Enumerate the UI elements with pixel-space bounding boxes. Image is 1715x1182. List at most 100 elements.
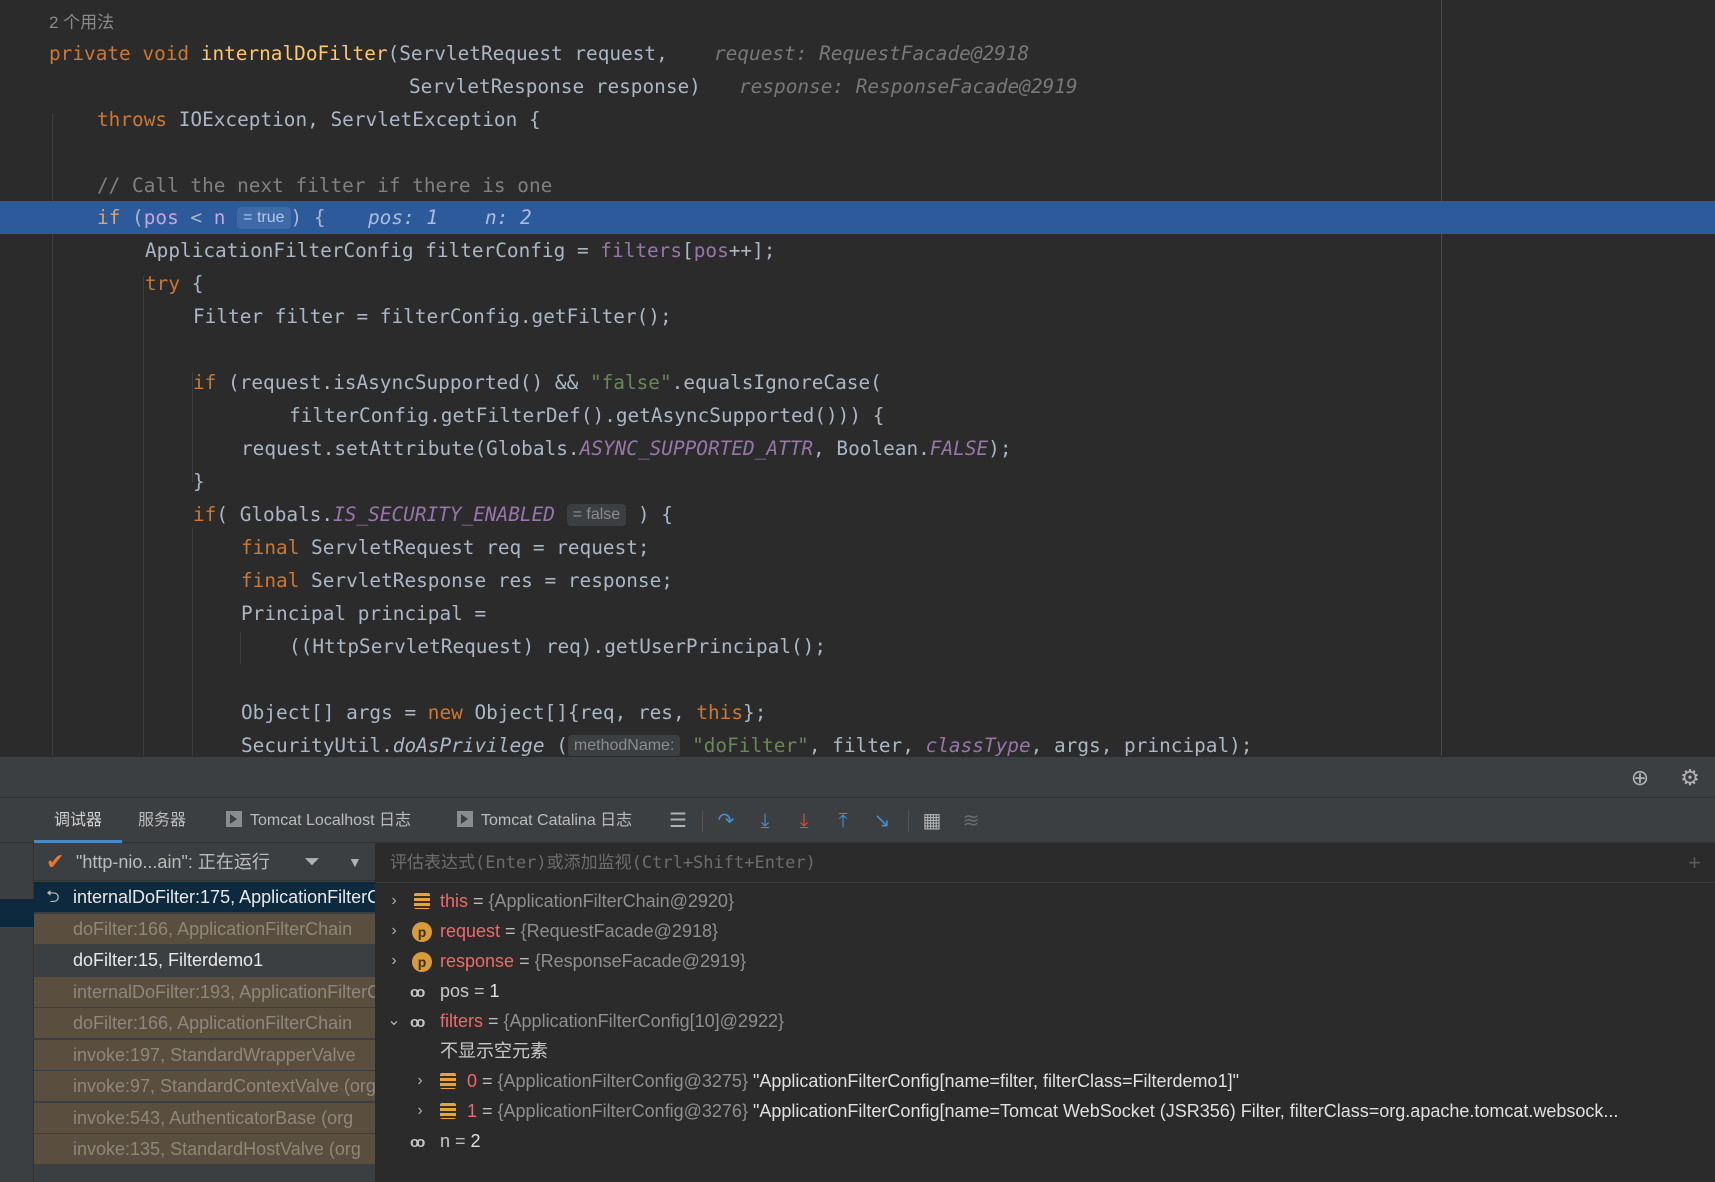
stack-frame[interactable]: invoke:97, StandardContextValve (org <box>34 1071 376 1101</box>
code-line[interactable]: filterConfig.getFilterDef().getAsyncSupp… <box>0 399 1715 432</box>
stack-frame[interactable]: invoke:543, AuthenticatorBase (org <box>34 1102 375 1133</box>
variable-name: n <box>440 1131 451 1151</box>
tab-localhost-log[interactable]: Tomcat Localhost 日志 <box>226 798 411 843</box>
stack-frame-label: doFilter:15, Filterdemo1 <box>73 950 264 970</box>
field-reference: filters <box>600 239 683 262</box>
stack-frame[interactable]: doFilter:166, ApplicationFilterChain <box>34 913 375 944</box>
parameter-icon: p <box>412 922 432 942</box>
variable-row[interactable]: › 1 = {ApplicationFilterConfig@3276} "Ap… <box>376 1096 1715 1126</box>
thread-selector[interactable]: ✔ "http-nio...ain": 正在运行 ⏷ ▼ <box>34 843 375 881</box>
code-line[interactable]: request.setAttribute(Globals.ASYNC_SUPPO… <box>0 432 1715 465</box>
watch-icon: oo <box>410 1014 425 1031</box>
stack-frame[interactable]: invoke:197, StandardWrapperValve <box>34 1039 375 1070</box>
variable-name: 1 <box>467 1101 478 1121</box>
tab-catalina-log[interactable]: Tomcat Catalina 日志 <box>457 798 632 843</box>
toolbar-divider <box>702 810 703 832</box>
variable-value: {ResponseFacade@2919} <box>534 951 747 971</box>
toolbar-divider <box>908 810 909 832</box>
hidden-null-elements-note: 不显示空元素 <box>440 1041 548 1061</box>
stack-frame-label: invoke:97, StandardContextValve (org <box>73 1076 376 1096</box>
code-keyword: if <box>193 371 229 394</box>
thread-name: "http-nio...ain": 正在运行 <box>76 852 270 872</box>
inline-debug-value: n: 2 <box>485 206 532 229</box>
step-out-icon[interactable]: ⤒ <box>829 808 857 834</box>
force-step-into-icon[interactable]: ⤓ <box>790 808 818 834</box>
tab-services[interactable]: 服务器 <box>138 798 186 843</box>
chevron-down-icon[interactable]: ⌄ <box>386 1006 402 1036</box>
code-keyword: final <box>241 536 312 559</box>
step-over-icon[interactable]: ↷ <box>712 808 740 834</box>
chevron-right-icon[interactable]: › <box>412 1096 428 1126</box>
code-keyword: private void <box>49 42 201 65</box>
variable-note: 不显示空元素 <box>376 1036 1715 1066</box>
add-watch-icon[interactable]: + <box>1688 843 1701 883</box>
code-line[interactable]: Filter filter = filterConfig.getFilter()… <box>0 300 1715 333</box>
variable-row[interactable]: oo pos = 1 <box>376 976 1715 1006</box>
gear-icon[interactable]: ⚙ <box>1677 765 1703 791</box>
filter-icon[interactable]: ⏷ <box>304 843 320 881</box>
code-line[interactable]: final ServletResponse res = response; <box>0 564 1715 597</box>
code-line[interactable]: SecurityUtil.doAsPrivilege (methodName: … <box>0 729 1715 756</box>
code-text: Principal principal = <box>241 602 487 625</box>
code-text: } <box>193 470 205 493</box>
debug-title-bar: ⊕ ⚙ <box>0 756 1715 798</box>
code-line[interactable]: final ServletRequest req = request; <box>0 531 1715 564</box>
chevron-right-icon[interactable]: › <box>386 916 402 946</box>
trace-current-stream-icon[interactable]: ≋ <box>957 808 985 834</box>
stack-frame-label: invoke:543, AuthenticatorBase (org <box>73 1107 354 1128</box>
run-to-cursor-icon[interactable]: ↘ <box>868 808 896 834</box>
return-icon: ⮌ <box>46 887 60 906</box>
step-into-icon[interactable]: ⤓ <box>751 808 779 834</box>
static-method: doAsPrivilege <box>392 734 545 756</box>
code-line[interactable]: ApplicationFilterConfig filterConfig = f… <box>0 234 1715 267</box>
code-editor[interactable]: 2 个用法 private void internalDoFilter(Serv… <box>0 0 1715 756</box>
evaluate-expression-icon[interactable]: ▦ <box>918 808 946 834</box>
chevron-right-icon[interactable]: › <box>386 946 402 976</box>
code-line[interactable]: throws IOException, ServletException { <box>0 103 1715 136</box>
tab-debugger[interactable]: 调试器 <box>34 798 123 843</box>
string-literal: "doFilter" <box>692 734 809 756</box>
code-line[interactable]: if( Globals.IS_SECURITY_ENABLED = false … <box>0 498 1715 531</box>
chevron-down-icon[interactable]: ▼ <box>348 843 362 881</box>
chevron-right-icon[interactable]: › <box>386 886 402 916</box>
variable-row[interactable]: › 0 = {ApplicationFilterConfig@3275} "Ap… <box>376 1066 1715 1096</box>
usages-hint[interactable]: 2 个用法 <box>49 8 114 33</box>
stack-frame[interactable]: invoke:135, StandardHostValve (org <box>34 1134 375 1164</box>
chevron-right-icon[interactable]: › <box>412 1066 428 1096</box>
debug-tool-window: ⊕ ⚙ 调试器 服务器 Tomcat Localhost 日志 Tomcat C… <box>0 756 1715 1182</box>
stack-frame[interactable]: internalDoFilter:193, ApplicationFilterC… <box>34 976 375 1007</box>
variable-row[interactable]: › this = {ApplicationFilterChain@2920} <box>376 886 1715 916</box>
variable-row[interactable]: ⌄ oo filters = {ApplicationFilterConfig[… <box>376 1006 1715 1036</box>
code-line[interactable]: Principal principal = <box>0 597 1715 630</box>
variable-row[interactable]: › p response = {ResponseFacade@2919} <box>376 946 1715 976</box>
inline-debug-value: request: RequestFacade@2918 <box>714 42 1030 65</box>
threads-icon[interactable]: ☰ <box>664 808 692 834</box>
code-line[interactable]: ServletResponse response) response: Resp… <box>0 70 1715 103</box>
crosshair-icon[interactable]: ⊕ <box>1627 765 1653 791</box>
code-text: Filter filter = filterConfig.getFilter()… <box>193 305 672 328</box>
stack-frame[interactable]: doFilter:166, ApplicationFilterChain <box>34 1008 375 1038</box>
code-line[interactable]: // Call the next filter if there is one <box>0 169 1715 202</box>
field-reference: pos <box>143 206 179 229</box>
inline-value-chip: = false <box>566 504 627 526</box>
static-field: ASYNC_SUPPORTED_ATTR <box>579 437 814 460</box>
variable-name: pos <box>440 981 470 1001</box>
code-comment: // Call the next filter if there is one <box>97 174 553 197</box>
code-line[interactable]: } <box>0 465 1715 498</box>
code-line[interactable]: private void internalDoFilter(ServletReq… <box>0 37 1715 70</box>
code-text: ((HttpServletRequest) req).getUserPrinci… <box>289 635 827 658</box>
current-execution-line[interactable]: if (pos < n = true) { pos: 1 n: 2 <box>0 201 1715 234</box>
code-keyword: this <box>696 701 744 724</box>
code-keyword: final <box>241 569 312 592</box>
code-line[interactable]: ((HttpServletRequest) req).getUserPrinci… <box>0 630 1715 663</box>
code-line[interactable]: try { <box>0 267 1715 300</box>
stack-frame[interactable]: ⮌ internalDoFilter:175, ApplicationFilter… <box>34 882 375 912</box>
code-line[interactable]: if (request.isAsyncSupported() && "false… <box>0 366 1715 399</box>
variable-row[interactable]: › p request = {RequestFacade@2918} <box>376 916 1715 946</box>
stack-frame[interactable]: doFilter:15, Filterdemo1 <box>34 945 375 975</box>
code-line[interactable]: Object[] args = new Object[]{req, res, t… <box>0 696 1715 729</box>
code-text: filterConfig.getFilterDef().getAsyncSupp… <box>289 404 885 427</box>
left-tool-strip <box>0 843 34 1182</box>
evaluate-expression-input[interactable]: 评估表达式(Enter)或添加监视(Ctrl+Shift+Enter) + <box>376 843 1715 883</box>
variable-row[interactable]: oo n = 2 <box>376 1126 1715 1156</box>
